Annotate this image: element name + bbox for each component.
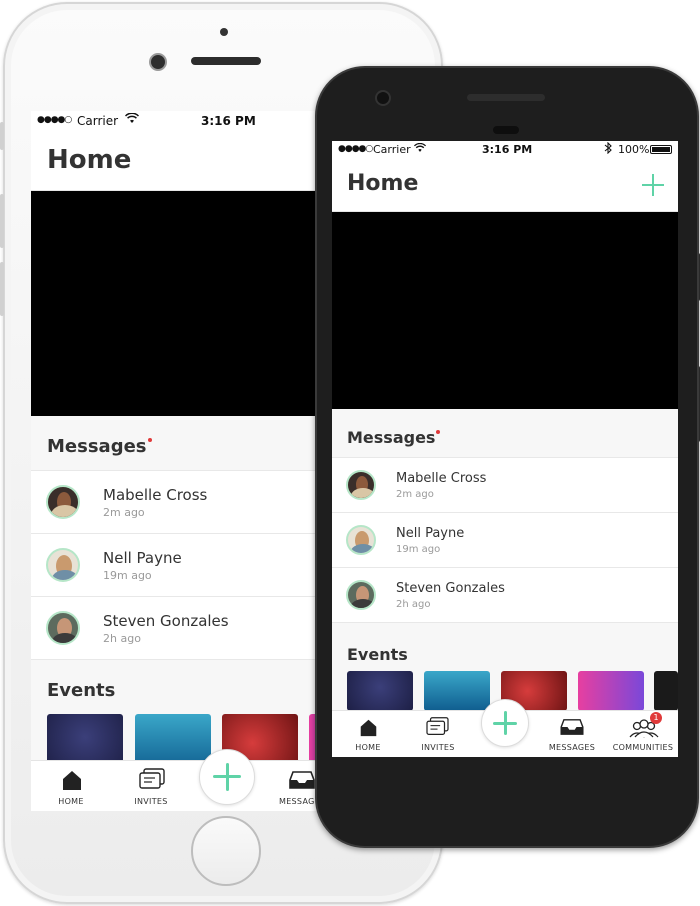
events-section-header: Events — [31, 660, 331, 712]
front-camera — [149, 53, 167, 71]
tab-home-label: HOME — [355, 743, 381, 752]
tab-invites-label: INVITES — [134, 797, 168, 806]
avatar — [346, 470, 376, 500]
event-thumbnail[interactable] — [347, 671, 413, 711]
message-row[interactable]: Mabelle Cross 2m ago — [332, 457, 678, 513]
avatar — [346, 580, 376, 610]
carrier-label: Carrier — [77, 114, 119, 128]
tab-messages[interactable]: MESSAGES — [546, 711, 598, 757]
android-screen: ●●●●○ Carrier 3:16 PM 100% Home Messages… — [332, 141, 678, 757]
volume-down-button — [0, 262, 4, 316]
wifi-icon — [413, 142, 427, 156]
messages-section-title: Messages — [347, 428, 436, 447]
video-player[interactable] — [31, 191, 331, 416]
earpiece-speaker — [467, 94, 545, 101]
message-row[interactable]: Steven Gonzales 2h ago — [332, 568, 678, 623]
home-icon — [360, 719, 377, 737]
messages-section-header: Messages — [31, 416, 331, 470]
mute-switch — [0, 122, 4, 150]
avatar — [46, 548, 80, 582]
signal-icon: ●●●●○ — [37, 115, 72, 125]
tab-invites-label: INVITES — [421, 743, 455, 752]
plus-icon[interactable] — [642, 174, 664, 196]
android-frame: ●●●●○ Carrier 3:16 PM 100% Home Messages… — [315, 66, 700, 848]
avatar — [346, 525, 376, 555]
message-row[interactable]: Nell Payne 19m ago — [332, 513, 678, 568]
status-bar: ●●●●○ Carrier 3:16 PM 100% — [332, 141, 678, 161]
message-row[interactable]: Nell Payne 19m ago — [31, 534, 331, 597]
tab-messages-label: MESSAGES — [548, 743, 596, 752]
message-time: 2h ago — [396, 599, 431, 610]
tab-invites[interactable]: INVITES — [412, 711, 464, 757]
event-thumbnail[interactable] — [654, 671, 678, 711]
message-time: 2m ago — [396, 489, 434, 500]
battery-icon — [650, 145, 672, 154]
bluetooth-icon — [604, 141, 612, 157]
carrier-label: Carrier — [373, 143, 411, 156]
page-title: Home — [347, 171, 419, 196]
tab-home[interactable]: HOME — [342, 711, 394, 757]
tab-invites[interactable]: INVITES — [123, 761, 179, 811]
tab-home-label: HOME — [58, 797, 84, 806]
message-sender: Mabelle Cross — [396, 471, 487, 486]
message-sender: Steven Gonzales — [103, 612, 229, 630]
home-icon — [63, 771, 81, 790]
add-button[interactable] — [481, 699, 529, 747]
tab-home[interactable]: HOME — [43, 761, 99, 811]
invites-icon — [426, 717, 449, 735]
messages-section-title: Messages — [47, 436, 147, 457]
events-section-title: Events — [47, 680, 116, 701]
event-thumbnail[interactable] — [424, 671, 490, 711]
tab-bar: HOME INVITES MESSAG — [31, 749, 331, 811]
avatar — [46, 611, 80, 645]
home-hardware-button[interactable] — [191, 816, 261, 886]
earpiece-speaker — [191, 57, 261, 65]
tab-communities[interactable]: 1 COMMUNITIES — [610, 711, 676, 757]
proximity-sensor — [493, 126, 519, 134]
avatar — [46, 485, 80, 519]
nav-bar: Home — [332, 161, 678, 212]
invites-icon — [139, 768, 165, 789]
status-bar: ●●●●○ Carrier 3:16 PM — [31, 111, 331, 133]
inbox-icon — [560, 719, 584, 735]
events-section-title: Events — [347, 645, 408, 664]
notification-badge: 1 — [650, 712, 662, 724]
message-time: 19m ago — [103, 569, 152, 582]
status-time: 3:16 PM — [201, 114, 256, 128]
volume-up-button — [0, 194, 4, 248]
nav-bar: Home — [31, 133, 331, 191]
message-time: 2m ago — [103, 506, 145, 519]
message-sender: Steven Gonzales — [396, 581, 505, 596]
proximity-sensor — [220, 28, 228, 36]
unread-dot — [147, 438, 152, 442]
message-row[interactable]: Steven Gonzales 2h ago — [31, 597, 331, 660]
inbox-icon — [289, 771, 315, 789]
tab-communities-label: COMMUNITIES — [612, 743, 674, 752]
add-button[interactable] — [199, 749, 255, 805]
message-sender: Mabelle Cross — [103, 486, 208, 504]
video-player[interactable] — [332, 212, 678, 409]
battery-percent: 100% — [618, 143, 650, 156]
wifi-icon — [124, 112, 140, 127]
messages-section-header: Messages — [332, 409, 678, 457]
event-thumbnail[interactable] — [578, 671, 644, 711]
message-sender: Nell Payne — [103, 549, 182, 567]
events-section-header: Events — [332, 623, 678, 669]
unread-dot — [436, 430, 441, 434]
tab-bar: HOME INVITES MESSAGES 1 COMMUNITIES — [332, 699, 678, 757]
message-time: 2h ago — [103, 632, 141, 645]
iphone-screen: ●●●●○ Carrier 3:16 PM Home Messages Mabe… — [31, 111, 331, 811]
message-row[interactable]: Mabelle Cross 2m ago — [31, 470, 331, 534]
status-time: 3:16 PM — [482, 143, 533, 156]
message-sender: Nell Payne — [396, 526, 465, 541]
front-camera — [375, 90, 391, 106]
message-time: 19m ago — [396, 544, 441, 555]
signal-icon: ●●●●○ — [338, 144, 373, 154]
page-title: Home — [47, 145, 132, 175]
